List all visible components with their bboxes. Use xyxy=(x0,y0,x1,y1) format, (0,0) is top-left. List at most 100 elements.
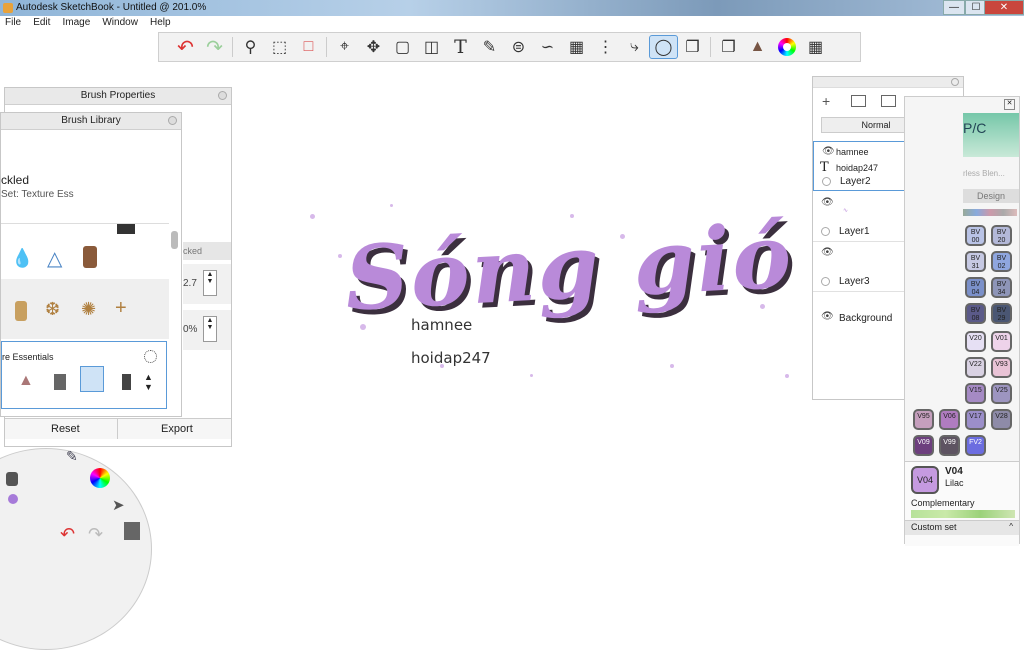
export-button[interactable]: Export xyxy=(161,423,193,435)
add-layer-icon[interactable]: + xyxy=(822,93,830,109)
text-icon[interactable]: T xyxy=(446,35,475,59)
swatch-v22[interactable]: V22 xyxy=(965,357,986,378)
close-icon[interactable] xyxy=(218,91,227,100)
swatch-bv31[interactable]: BV 31 xyxy=(965,251,986,272)
triangle-brush-icon[interactable]: △ xyxy=(47,246,62,271)
crop-icon[interactable]: ⌖ xyxy=(330,35,359,59)
eye-icon[interactable]: 👁 xyxy=(821,247,834,258)
layer-radio[interactable] xyxy=(822,177,831,186)
swatch-v09[interactable]: V09 xyxy=(913,435,934,456)
brush-icon[interactable] xyxy=(54,374,66,390)
symmetry-icon[interactable]: ⋮ xyxy=(591,35,620,59)
cylinder-icon[interactable]: ◫ xyxy=(417,35,446,59)
pencil-brush-icon[interactable] xyxy=(15,301,27,321)
swatch-v17[interactable]: V17 xyxy=(965,409,986,430)
copic-library-icon[interactable]: ❐ xyxy=(714,35,743,59)
undo-icon[interactable]: ↶ xyxy=(171,35,200,59)
swatch-v28[interactable]: V28 xyxy=(991,409,1012,430)
curve-icon[interactable]: ∽ xyxy=(533,35,562,59)
undo-icon[interactable]: ↶ xyxy=(60,524,75,545)
app-icon xyxy=(3,3,13,13)
swatch-bv34[interactable]: BV 34 xyxy=(991,277,1012,298)
swatch-bv29[interactable]: BV 29 xyxy=(991,303,1012,324)
swatch-v95[interactable]: V95 xyxy=(913,409,934,430)
zoom-icon[interactable]: ⚲ xyxy=(236,35,265,59)
swatch-v25[interactable]: V25 xyxy=(991,383,1012,404)
swatch-bv04[interactable]: BV 04 xyxy=(965,277,986,298)
swatch-v99[interactable]: V99 xyxy=(939,435,960,456)
select-icon[interactable]: ⬚ xyxy=(265,35,294,59)
swatch-bv20[interactable]: BV 20 xyxy=(991,225,1012,246)
close-icon[interactable]: ✕ xyxy=(1004,99,1015,110)
selected-brush-icon[interactable] xyxy=(80,366,104,392)
minimize-button[interactable]: — xyxy=(943,0,965,15)
scribble-brush-icon[interactable]: ❆ xyxy=(45,299,60,320)
close-icon[interactable] xyxy=(168,116,177,125)
brush-icon[interactable] xyxy=(6,472,18,486)
layer-radio[interactable] xyxy=(821,277,830,286)
ellipse-icon[interactable]: ◯ xyxy=(649,35,678,59)
ink-brush-icon[interactable] xyxy=(117,224,135,234)
eye-icon[interactable]: 👁 xyxy=(821,197,834,208)
swatch-bv02[interactable]: BV 02 xyxy=(991,251,1012,272)
marker-brush-icon[interactable] xyxy=(83,246,97,268)
swatch-v20[interactable]: V20 xyxy=(965,331,986,352)
folder-icon[interactable] xyxy=(851,95,866,107)
color-wheel-icon[interactable] xyxy=(772,35,801,59)
close-icon[interactable] xyxy=(951,78,959,86)
ruler-icon[interactable]: ✎ xyxy=(475,35,504,59)
color-dot-icon[interactable] xyxy=(8,494,18,504)
menu-help[interactable]: Help xyxy=(145,16,175,28)
scroll-arrows-icon[interactable]: ▲ ▼ xyxy=(144,372,153,392)
selected-swatch[interactable]: V04 xyxy=(911,466,939,494)
menu-edit[interactable]: Edit xyxy=(28,16,54,28)
swatch-v93[interactable]: V93 xyxy=(991,357,1012,378)
menu-image[interactable]: Image xyxy=(57,16,94,28)
brush-icon[interactable]: ▲ xyxy=(743,35,772,59)
swatch-v15[interactable]: V15 xyxy=(965,383,986,404)
select-rect-icon[interactable]: □ xyxy=(294,35,323,59)
stepper-icon[interactable]: ▲ ▼ xyxy=(203,270,217,296)
close-button[interactable]: ✕ xyxy=(984,0,1024,15)
lasso-icon[interactable]: ✥ xyxy=(359,35,388,59)
cross-brush-icon[interactable]: + xyxy=(115,297,127,320)
layers-icon[interactable] xyxy=(124,522,140,540)
eye-icon[interactable]: 👁 xyxy=(822,146,835,157)
brush-tab[interactable]: cked xyxy=(183,242,231,260)
layer-radio[interactable] xyxy=(821,227,830,236)
stroke-icon[interactable]: ⤷ xyxy=(620,35,649,59)
brush-icon[interactable] xyxy=(122,374,131,390)
brush-tool-icon[interactable]: ✎ xyxy=(66,448,78,465)
grid-icon[interactable]: ▦ xyxy=(801,35,830,59)
panel-header xyxy=(813,77,963,88)
drop-brush-icon[interactable]: 💧 xyxy=(11,248,33,269)
redo-icon[interactable]: ↷ xyxy=(200,35,229,59)
swatch-bv08[interactable]: BV 08 xyxy=(965,303,986,324)
reset-button[interactable]: Reset xyxy=(51,423,80,435)
toolbar-divider xyxy=(232,37,233,57)
color-wheel-icon[interactable] xyxy=(90,468,110,488)
swatch-fv2[interactable]: FV2 xyxy=(965,435,986,456)
menu-file[interactable]: File xyxy=(0,16,25,28)
perspective-icon[interactable]: ▦ xyxy=(562,35,591,59)
ellipse-guide-icon[interactable]: ⊜ xyxy=(504,35,533,59)
menu-window[interactable]: Window xyxy=(97,16,142,28)
set-options-icon[interactable] xyxy=(144,350,157,363)
transform-icon[interactable]: ▢ xyxy=(388,35,417,59)
custom-set-bar[interactable]: Custom set ^ xyxy=(905,520,1019,535)
eye-icon[interactable]: 👁 xyxy=(821,311,834,322)
design-tab[interactable]: Design xyxy=(963,189,1019,203)
scrollbar[interactable] xyxy=(171,231,178,249)
stepper-icon[interactable]: ▲ ▼ xyxy=(203,316,217,342)
chevron-up-icon[interactable]: ^ xyxy=(1009,522,1013,531)
image-icon[interactable] xyxy=(881,95,896,107)
brush-icon[interactable]: ▲ xyxy=(18,372,34,390)
shape-icon[interactable]: ❐ xyxy=(678,35,707,59)
pattern-brush-icon[interactable]: ✺ xyxy=(81,299,96,320)
swatch-v06[interactable]: V06 xyxy=(939,409,960,430)
cursor-icon[interactable]: ➤ xyxy=(112,496,125,514)
set-label: re Essentials xyxy=(2,352,54,362)
redo-icon[interactable]: ↷ xyxy=(88,524,103,545)
swatch-v01[interactable]: V01 xyxy=(991,331,1012,352)
swatch-bv00[interactable]: BV 00 xyxy=(965,225,986,246)
